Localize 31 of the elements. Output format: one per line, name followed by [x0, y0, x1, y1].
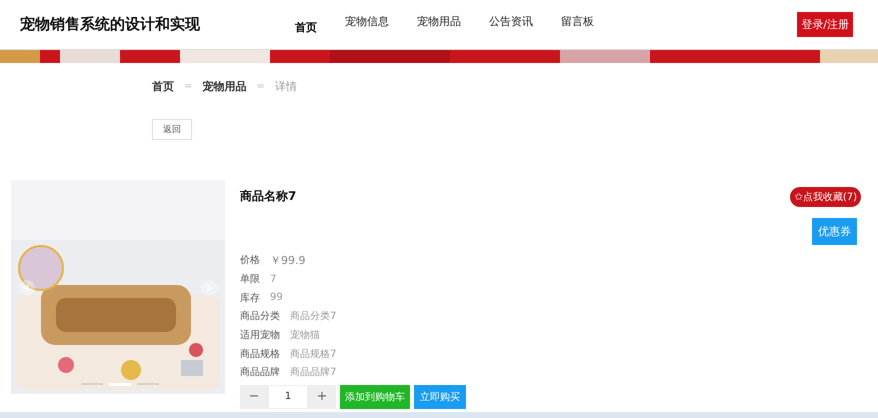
attribute-value: 商品分类7	[290, 310, 336, 324]
quantity-field[interactable]: 1	[268, 384, 308, 409]
breadcrumb-separator: =	[184, 81, 192, 92]
breadcrumb-separator: =	[256, 81, 265, 92]
attribute-value: 99	[270, 292, 283, 304]
attribute-label: 库存	[240, 292, 260, 305]
nav-link[interactable]: 宠物用品	[417, 14, 461, 35]
breadcrumb-link[interactable]: 首页	[152, 79, 174, 94]
breadcrumb-link[interactable]: 宠物用品	[202, 79, 246, 94]
back-button[interactable]: 返回	[152, 119, 192, 140]
nav-link[interactable]: 首页	[295, 14, 317, 35]
attribute-label: 商品品牌	[240, 366, 280, 380]
attribute-value: 商品品牌7	[290, 366, 336, 380]
attribute-value: 7	[270, 274, 276, 285]
increase-button[interactable]: +	[308, 384, 336, 409]
nav-link[interactable]: 留言板	[561, 14, 594, 35]
attribute-label: 价格	[240, 254, 260, 268]
attribute-label: 商品分类	[240, 310, 280, 324]
nav-link[interactable]: 公告资讯	[489, 14, 533, 35]
login-button[interactable]: 登录/注册	[797, 12, 853, 37]
attribute-value: 宠物猫	[290, 328, 320, 342]
favorite-button[interactable]: ✩点我收藏(7)	[790, 187, 861, 207]
attribute-value: 商品规格7	[290, 348, 336, 361]
attribute-label: 商品规格	[240, 348, 280, 361]
attribute-label: 单限	[240, 272, 260, 286]
attribute-label: 适用宠物	[240, 328, 280, 342]
price-value: ￥99.9	[270, 252, 306, 268]
decrease-button[interactable]: −	[240, 384, 268, 409]
product-name: 商品名称7	[240, 188, 296, 205]
site-title: 宠物销售系统的设计和实现	[20, 15, 201, 34]
nav-link[interactable]: 宠物信息	[345, 14, 389, 35]
